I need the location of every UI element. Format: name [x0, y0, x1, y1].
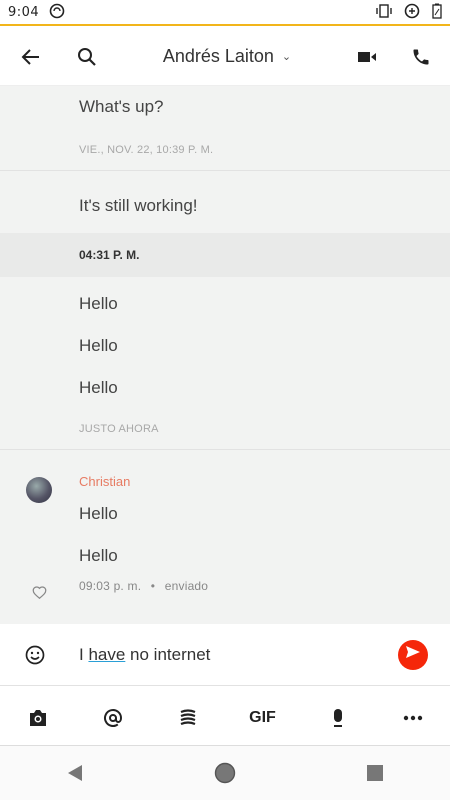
chevron-down-icon: ⌄ — [281, 51, 292, 63]
send-icon — [405, 645, 421, 664]
message-composer: I have no internet — [0, 624, 450, 686]
status-bar: 9:04 — [0, 0, 450, 26]
camera-icon[interactable] — [16, 696, 60, 740]
chat-header: Andrés Laiton ⌄ — [0, 28, 450, 86]
message-time: 09:03 p. m. — [79, 579, 142, 593]
back-arrow-icon[interactable] — [8, 34, 54, 80]
gif-label: GIF — [249, 708, 276, 726]
status-time: 9:04 — [8, 4, 40, 20]
vibrate-icon — [376, 3, 392, 21]
message-status-line: 09:03 p. m. • enviado — [0, 579, 450, 593]
nav-recents-icon[interactable] — [350, 753, 400, 793]
separator-dot: • — [150, 579, 156, 593]
message-bubble[interactable]: It's still working! — [0, 185, 450, 227]
message-bubble[interactable]: Hello — [0, 325, 450, 367]
more-icon[interactable] — [391, 696, 435, 740]
input-text-after: no internet — [125, 644, 211, 664]
heart-icon[interactable] — [32, 585, 47, 603]
status-icons — [376, 3, 442, 22]
avatar[interactable] — [26, 477, 52, 503]
data-saver-icon — [404, 3, 420, 22]
video-call-icon[interactable] — [344, 34, 390, 80]
conversation-area[interactable]: What's up? VIE., NOV. 22, 10:39 P. M. It… — [0, 86, 450, 624]
sticker-icon[interactable] — [166, 696, 210, 740]
send-button[interactable] — [398, 639, 428, 670]
gif-icon[interactable]: GIF — [241, 696, 285, 740]
nav-home-icon[interactable] — [200, 753, 250, 793]
system-navigation-bar — [0, 746, 450, 800]
input-text-underlined: have — [88, 644, 126, 664]
time-separator: 04:31 P. M. — [0, 233, 450, 277]
message-bubble[interactable]: Hello — [0, 493, 450, 535]
message-bubble[interactable]: Hello — [0, 535, 450, 577]
message-timestamp: VIE., NOV. 22, 10:39 P. M. — [79, 144, 214, 156]
contact-title-button[interactable]: Andrés Laiton ⌄ — [110, 46, 344, 67]
microphone-icon[interactable] — [316, 696, 360, 740]
message-bubble[interactable]: Hello — [0, 283, 450, 325]
nav-back-icon[interactable] — [50, 753, 100, 793]
battery-icon — [432, 3, 442, 22]
emoji-icon[interactable] — [0, 645, 70, 665]
search-icon[interactable] — [64, 34, 110, 80]
attachment-toolbar: GIF — [0, 690, 450, 746]
message-timestamp: JUSTO AHORA — [79, 423, 159, 435]
message-bubble[interactable]: What's up? — [0, 86, 450, 128]
message-bubble[interactable]: Hello — [0, 367, 450, 409]
phone-icon[interactable] — [398, 34, 444, 80]
contact-name: Andrés Laiton — [162, 46, 274, 66]
sync-icon — [49, 3, 65, 22]
message-author[interactable]: Christian — [0, 474, 450, 489]
message-input[interactable]: I have no internet — [70, 645, 398, 665]
message-status: enviado — [164, 579, 209, 593]
at-mention-icon[interactable] — [91, 696, 135, 740]
